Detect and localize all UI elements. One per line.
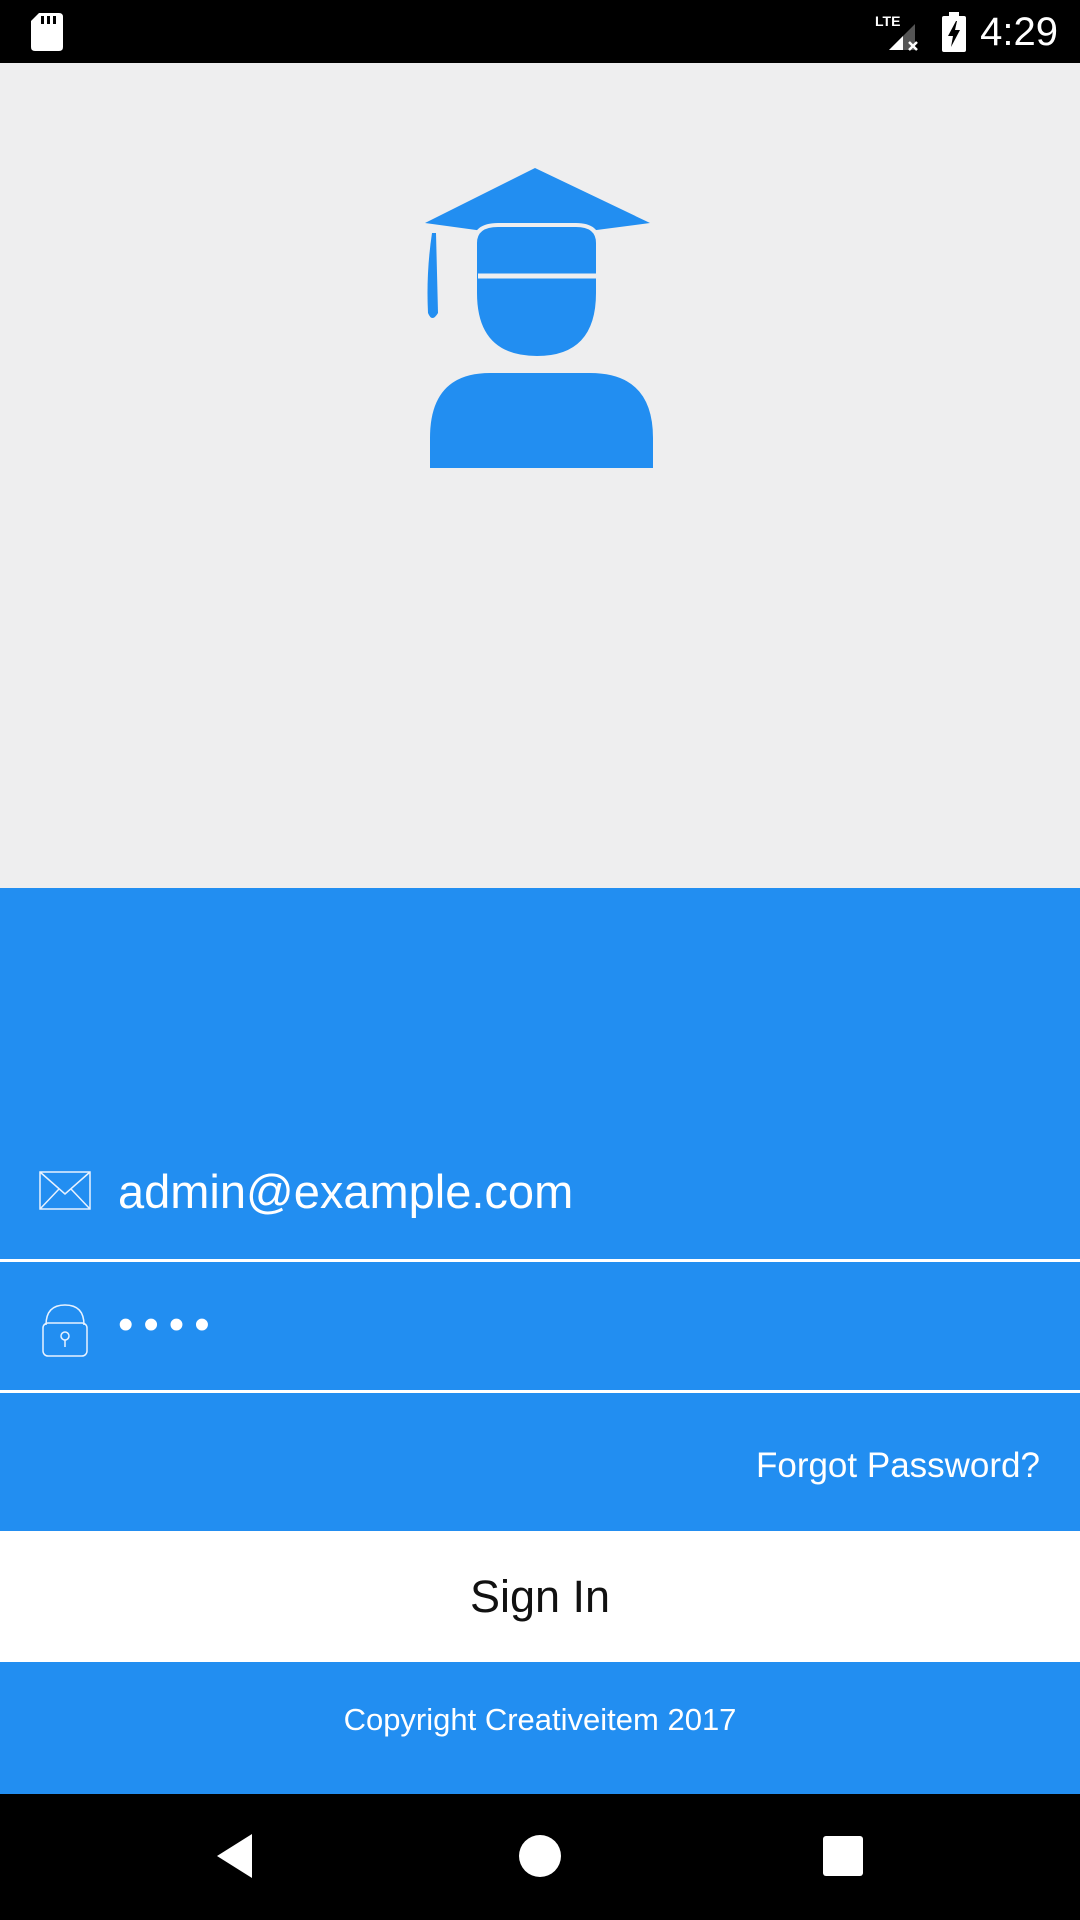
status-time: 4:29 bbox=[980, 10, 1058, 54]
email-input[interactable]: admin@example.com bbox=[118, 1162, 573, 1222]
envelope-icon bbox=[39, 1171, 91, 1210]
padlock-icon bbox=[42, 1304, 88, 1357]
sign-in-button[interactable]: Sign In bbox=[0, 1531, 1080, 1662]
navigation-bar bbox=[0, 1794, 1080, 1920]
login-screen: LTE 4:29 admin@example.com •••• Forgot P… bbox=[0, 0, 1080, 1920]
home-icon[interactable] bbox=[515, 1831, 565, 1881]
battery-charging-icon bbox=[942, 12, 966, 52]
forgot-password-link[interactable]: Forgot Password? bbox=[756, 1443, 1040, 1489]
graduate-student-icon bbox=[425, 168, 653, 468]
status-bar: LTE 4:29 bbox=[0, 0, 1080, 63]
password-field[interactable]: •••• bbox=[0, 1265, 1080, 1393]
back-icon[interactable] bbox=[212, 1831, 262, 1881]
copyright-text: Copyright Creativeitem 2017 bbox=[343, 1702, 737, 1737]
sd-card-icon bbox=[31, 13, 63, 51]
email-field[interactable]: admin@example.com bbox=[0, 1134, 1080, 1262]
svg-text:LTE: LTE bbox=[875, 13, 900, 29]
recents-icon[interactable] bbox=[818, 1831, 868, 1881]
lte-signal-icon: LTE bbox=[875, 13, 918, 51]
hero-section bbox=[0, 63, 1080, 888]
password-input[interactable]: •••• bbox=[118, 1295, 220, 1355]
